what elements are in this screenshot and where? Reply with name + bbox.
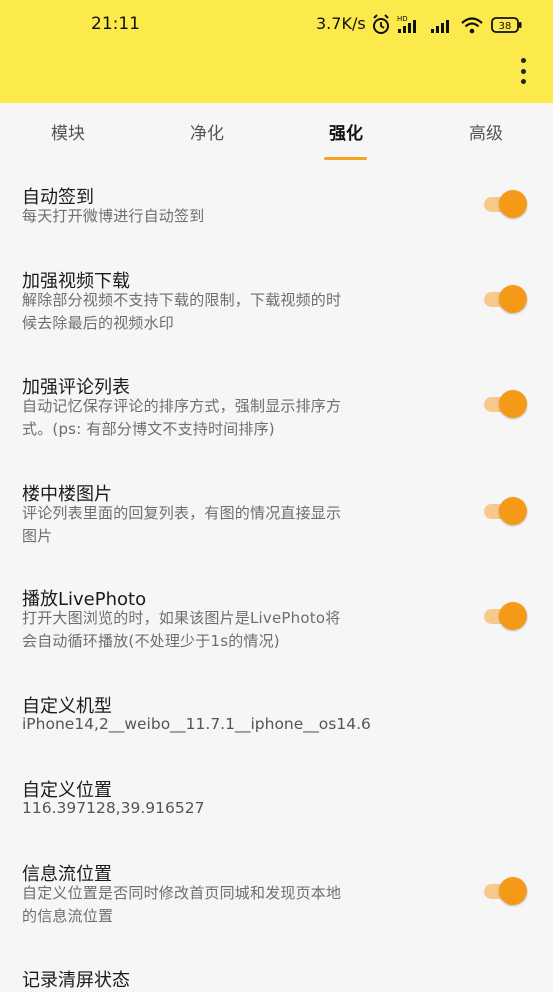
tab-purify[interactable]: 净化: [190, 119, 224, 144]
status-time: 21:11: [91, 14, 140, 34]
setting-toggle[interactable]: [482, 390, 528, 418]
setting-subtitle: 自定义位置是否同时修改首页同城和发现页本地 的信息流位置: [22, 884, 342, 925]
setting-toggle[interactable]: [482, 877, 528, 905]
setting-subtitle: 评论列表里面的回复列表，有图的情况直接显示 图片: [22, 504, 342, 545]
network-speed: 3.7K/s: [316, 14, 366, 33]
setting-custom-device-model[interactable]: 自定义机型 iPhone14,2__weibo__11.7.1__iphone_…: [0, 689, 553, 739]
setting-toggle[interactable]: [482, 190, 528, 218]
setting-subtitle: 打开大图浏览的时，如果该图片是LivePhoto将 会自动循环播放(不处理少于1…: [22, 609, 341, 650]
setting-value: 116.397128,39.916527: [22, 799, 205, 817]
status-icons: HD 38: [373, 14, 522, 34]
status-bar: 21:11 3.7K/s HD 38: [0, 0, 553, 50]
app-header: 21:11 3.7K/s HD 38: [0, 0, 553, 103]
tab-indicator: [324, 157, 367, 160]
tab-bar: 模块 净化 强化 高级: [0, 103, 553, 163]
tab-advanced[interactable]: 高级: [469, 119, 503, 144]
setting-title: 记录清屏状态: [22, 970, 130, 991]
setting-enhanced-comment-list[interactable]: 加强评论列表 自动记忆保存评论的排序方式，强制显示排序方 式。(ps: 有部分博…: [0, 370, 553, 442]
setting-record-clear-screen-state[interactable]: 记录清屏状态: [0, 963, 553, 991]
tab-enhance[interactable]: 强化: [329, 119, 363, 144]
signal-icon: [431, 20, 449, 33]
svg-text:HD: HD: [397, 15, 408, 23]
setting-custom-location[interactable]: 自定义位置 116.397128,39.916527: [0, 773, 553, 823]
tab-modules[interactable]: 模块: [51, 119, 85, 144]
setting-toggle[interactable]: [482, 285, 528, 313]
setting-toggle[interactable]: [482, 497, 528, 525]
setting-toggle[interactable]: [482, 602, 528, 630]
setting-subtitle: 每天打开微博进行自动签到: [22, 207, 205, 225]
svg-text:38: 38: [499, 21, 512, 32]
battery-icon: 38: [491, 17, 522, 33]
setting-subtitle: 自动记忆保存评论的排序方式，强制显示排序方 式。(ps: 有部分博文不支持时间排…: [22, 397, 342, 438]
setting-nested-reply-images[interactable]: 楼中楼图片 评论列表里面的回复列表，有图的情况直接显示 图片: [0, 477, 553, 549]
setting-auto-signin[interactable]: 自动签到 每天打开微博进行自动签到: [0, 180, 553, 240]
hd-signal-icon: HD: [397, 15, 416, 33]
setting-play-livephoto[interactable]: 播放LivePhoto 打开大图浏览的时，如果该图片是LivePhoto将 会自…: [0, 582, 553, 654]
setting-feed-location[interactable]: 信息流位置 自定义位置是否同时修改首页同城和发现页本地 的信息流位置: [0, 857, 553, 929]
more-vert-icon[interactable]: [511, 58, 535, 84]
alarm-icon: [373, 14, 389, 34]
wifi-icon: [461, 17, 483, 34]
setting-value: iPhone14,2__weibo__11.7.1__iphone__os14.…: [22, 715, 371, 733]
setting-enhanced-video-download[interactable]: 加强视频下载 解除部分视频不支持下载的限制，下载视频的时 候去除最后的视频水印: [0, 264, 553, 336]
setting-subtitle: 解除部分视频不支持下载的限制，下载视频的时 候去除最后的视频水印: [22, 291, 342, 332]
